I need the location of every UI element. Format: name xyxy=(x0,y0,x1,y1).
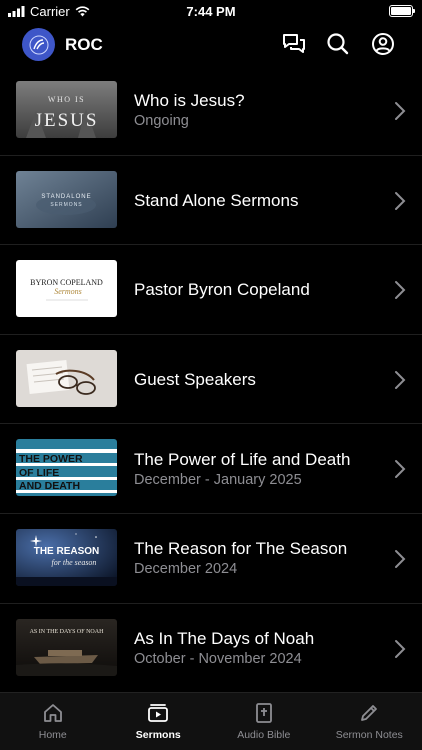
series-subtitle: December - January 2025 xyxy=(134,471,302,488)
chevron-right-icon xyxy=(395,639,406,658)
thumb-text: STANDALONE xyxy=(41,194,91,200)
tab-sermon-notes[interactable]: Sermon Notes xyxy=(317,693,422,750)
series-thumbnail: WHO IS JESUS xyxy=(16,81,117,138)
series-row[interactable]: BYRON COPELAND Sermons Pastor Byron Cope… xyxy=(0,245,422,335)
chevron-right-icon xyxy=(395,460,406,479)
status-bar: Carrier 7:44 PM xyxy=(0,0,422,22)
thumb-text: Sermons xyxy=(54,287,82,296)
thumb-text: SERMONS xyxy=(50,202,82,208)
series-thumbnail: THE REASON for the season xyxy=(16,528,117,586)
tab-bar: Home Sermons Audio Bible Sermon Notes xyxy=(0,692,422,750)
home-icon xyxy=(43,704,62,722)
profile-icon[interactable] xyxy=(370,31,396,57)
series-thumbnail: BYRON COPELAND Sermons xyxy=(16,260,117,318)
series-row[interactable]: STANDALONE SERMONS Stand Alone Sermons xyxy=(0,156,422,246)
series-row[interactable]: Guest Speakers xyxy=(0,335,422,425)
thumb-text: WHO IS xyxy=(48,95,85,104)
chevron-right-icon xyxy=(395,102,406,120)
series-title: The Reason for The Season xyxy=(134,539,348,559)
thumb-text: AS IN THE DAYS OF NOAH xyxy=(30,629,105,635)
sermon-series-list: WHO IS JESUS Who is Jesus? Ongoing STAND… xyxy=(0,66,422,694)
series-thumbnail xyxy=(16,349,117,407)
tab-label: Home xyxy=(38,729,67,741)
series-title: The Power of Life and Death xyxy=(134,449,351,469)
series-row[interactable]: WHO IS JESUS Who is Jesus? Ongoing xyxy=(0,66,422,156)
thumb-text: JESUS xyxy=(35,110,99,131)
series-title: Pastor Byron Copeland xyxy=(134,280,310,300)
tab-label: Sermon Notes xyxy=(335,729,403,741)
church-logo[interactable] xyxy=(22,28,55,61)
series-row[interactable]: AS IN THE DAYS OF NOAH As In The Days of… xyxy=(0,604,422,694)
series-title: As In The Days of Noah xyxy=(134,628,315,648)
tab-audio-bible[interactable]: Audio Bible xyxy=(211,693,317,750)
series-thumbnail: AS IN THE DAYS OF NOAH xyxy=(16,618,117,676)
thumb-text: THE POWER xyxy=(19,453,83,465)
series-title: Guest Speakers xyxy=(134,370,256,390)
chat-icon[interactable] xyxy=(281,31,307,57)
app-title: ROC xyxy=(65,35,103,54)
app-header: ROC xyxy=(0,22,422,66)
series-title: Who is Jesus? xyxy=(134,91,245,111)
series-row[interactable]: THE POWER OF LIFE AND DEATH The Power of… xyxy=(0,424,422,514)
pencil-icon xyxy=(361,705,378,721)
chevron-right-icon xyxy=(395,370,406,389)
video-icon xyxy=(148,704,169,722)
thumb-text: for the season xyxy=(52,558,97,567)
series-subtitle: December 2024 xyxy=(134,561,238,578)
bible-icon xyxy=(255,703,272,723)
series-thumbnail: THE POWER OF LIFE AND DEATH xyxy=(16,439,117,497)
thumb-text: BYRON COPELAND xyxy=(30,278,103,287)
tab-label: Audio Bible xyxy=(237,729,291,741)
chevron-right-icon xyxy=(395,191,406,210)
tab-sermons[interactable]: Sermons xyxy=(106,693,212,750)
search-icon[interactable] xyxy=(325,31,351,57)
chevron-right-icon xyxy=(395,281,406,300)
thumb-text: AND DEATH xyxy=(19,480,80,492)
chevron-right-icon xyxy=(395,549,406,568)
series-row[interactable]: THE REASON for the season The Reason for… xyxy=(0,514,422,604)
thumb-text: THE REASON xyxy=(34,546,100,557)
thumb-text: OF LIFE xyxy=(19,467,59,479)
tab-label: Sermons xyxy=(135,729,181,741)
logo-mark-icon xyxy=(29,35,48,54)
series-title: Stand Alone Sermons xyxy=(134,190,299,210)
battery-icon xyxy=(389,5,415,17)
tab-home[interactable]: Home xyxy=(0,693,106,750)
status-time: 7:44 PM xyxy=(186,4,236,19)
series-subtitle: October - November 2024 xyxy=(134,650,302,667)
series-thumbnail: STANDALONE SERMONS xyxy=(16,170,117,228)
series-subtitle: Ongoing xyxy=(134,113,189,130)
